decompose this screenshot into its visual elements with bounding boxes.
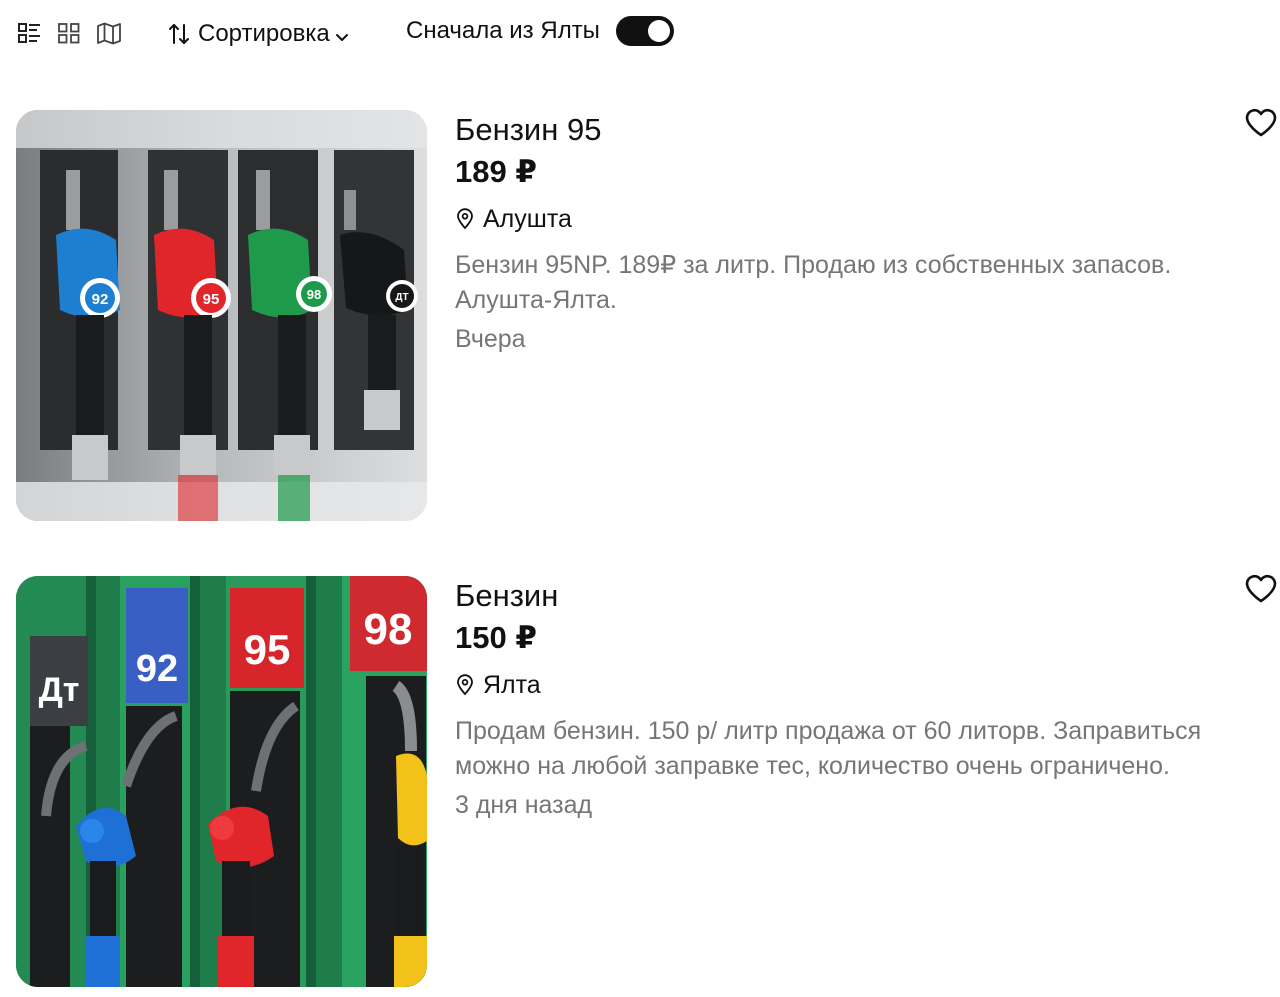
- yalta-first-label: Сначала из Ялты: [406, 17, 600, 44]
- listing-date: Вчера: [455, 325, 526, 353]
- photo-label: 98: [307, 287, 321, 302]
- grid-view-icon[interactable]: [56, 20, 82, 46]
- listing-photo[interactable]: Дт 92 95 98: [16, 576, 427, 987]
- favorite-heart-icon[interactable]: [1244, 106, 1278, 140]
- toggle-knob: [648, 20, 670, 42]
- sort-icon: [166, 21, 192, 47]
- listing-title[interactable]: Бензин: [455, 578, 558, 614]
- photo-label: 95: [244, 626, 291, 673]
- listing-description: Продам бензин. 150 р/ литр продажа от 60…: [455, 717, 1202, 780]
- chevron-down-icon: [334, 31, 350, 43]
- yalta-first-toggle[interactable]: [616, 16, 674, 46]
- listing-title[interactable]: Бензин 95: [455, 112, 601, 148]
- listing-price: 189 ₽: [455, 154, 537, 189]
- listing-date: 3 дня назад: [455, 791, 593, 819]
- photo-label: 95: [203, 291, 220, 308]
- location-text: Алушта: [483, 204, 572, 233]
- listing-photo[interactable]: 92 95 98 ДТ: [16, 110, 427, 521]
- photo-label: 98: [364, 605, 413, 654]
- photo-label: ДТ: [395, 292, 408, 303]
- photo-label: 92: [136, 648, 178, 690]
- toolbar: Сортировка Сначала из Ялты: [0, 0, 1280, 68]
- location-pin-icon: [455, 208, 483, 230]
- favorite-heart-icon[interactable]: [1244, 572, 1278, 606]
- listing-location: Ялта: [455, 670, 541, 700]
- photo-label: 92: [92, 291, 109, 308]
- list-view-icon[interactable]: [16, 20, 42, 46]
- location-pin-icon: [455, 674, 483, 696]
- location-text: Ялта: [483, 670, 541, 699]
- sort-button[interactable]: Сортировка: [166, 14, 350, 54]
- listing-location: Алушта: [455, 204, 572, 234]
- map-view-icon[interactable]: [96, 20, 122, 46]
- listing-price: 150 ₽: [455, 620, 537, 655]
- sort-label: Сортировка: [198, 20, 330, 47]
- listing-description: Бензин 95NP. 189₽ за литр. Продаю из соб…: [455, 251, 1172, 314]
- photo-label: Дт: [39, 671, 80, 709]
